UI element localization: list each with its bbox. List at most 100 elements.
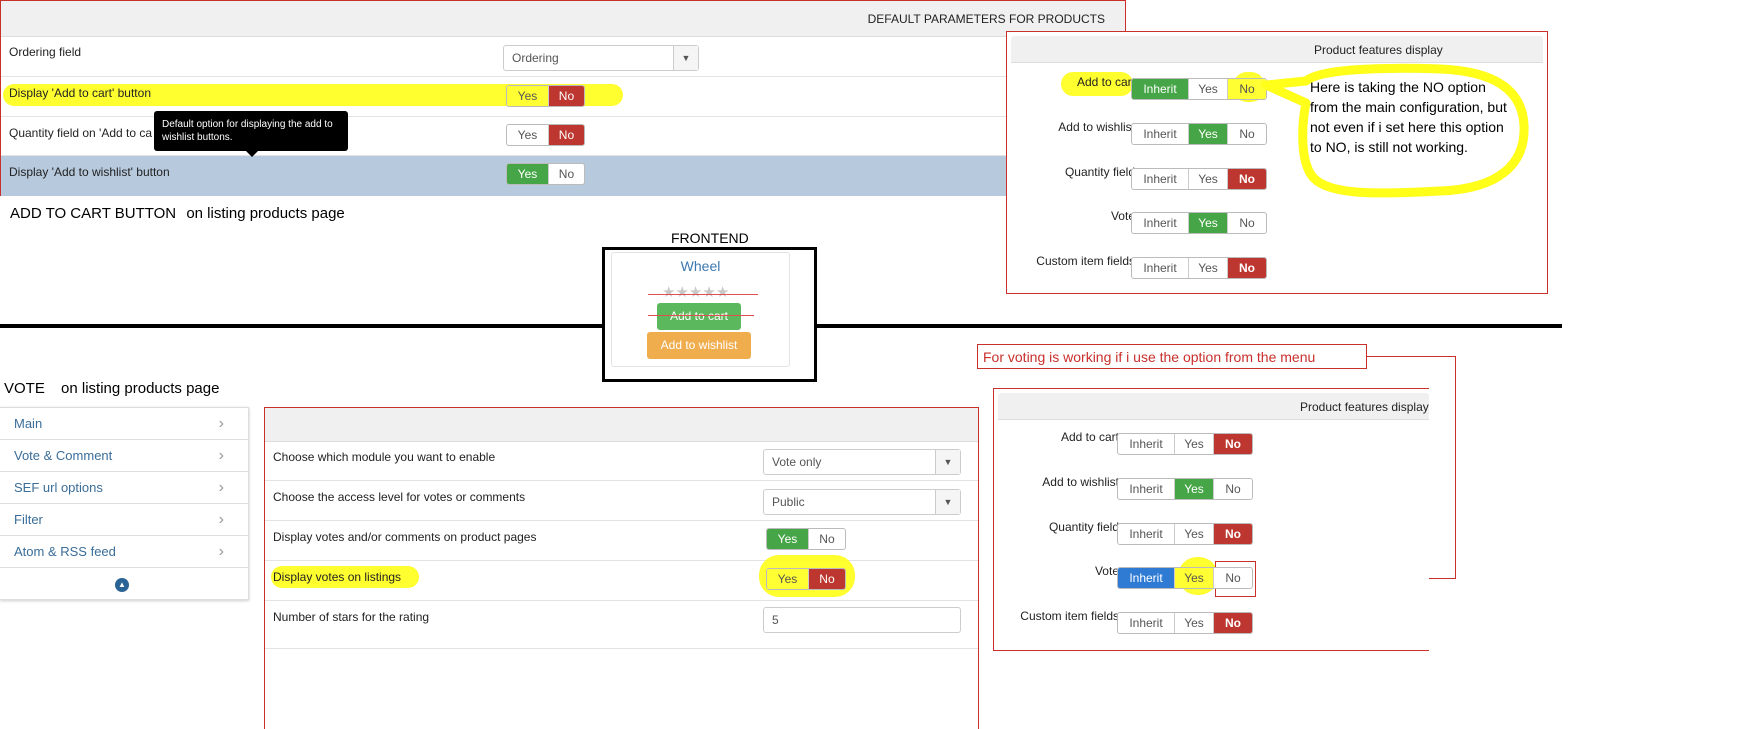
sidebar-item-sef-url[interactable]: SEF url options › xyxy=(0,472,248,504)
feature-toggle[interactable]: Inherit Yes No xyxy=(1131,78,1267,100)
row-label: Ordering field xyxy=(9,45,82,59)
select-value: Public xyxy=(772,495,805,509)
access-level-select[interactable]: Public ▼ xyxy=(763,489,961,515)
no-button[interactable]: No xyxy=(807,569,845,589)
quantity-field-toggle[interactable]: Yes No xyxy=(506,124,585,146)
features-header: Product features display xyxy=(998,393,1429,420)
yes-button[interactable]: Yes xyxy=(1174,434,1213,454)
feature-toggle[interactable]: Inherit Yes No xyxy=(1117,478,1253,500)
yes-button[interactable]: Yes xyxy=(767,569,808,589)
feature-toggle[interactable]: Inherit Yes No xyxy=(1131,168,1267,190)
chevron-right-icon: › xyxy=(218,447,224,464)
default-params-panel: DEFAULT PARAMETERS FOR PRODUCTS Ordering… xyxy=(0,0,1126,196)
yes-button[interactable]: Yes xyxy=(1188,124,1227,144)
product-name[interactable]: Wheel xyxy=(612,258,789,274)
sidebar-item-label: Atom & RSS feed xyxy=(14,544,116,559)
no-button[interactable]: No xyxy=(1227,213,1266,233)
callout-text: Here is taking the NO option from the ma… xyxy=(1310,79,1507,155)
feature-toggle[interactable]: Inherit Yes No xyxy=(1117,567,1253,589)
no-button[interactable]: No xyxy=(1227,258,1266,278)
yes-button[interactable]: Yes xyxy=(1174,568,1213,588)
no-button[interactable]: No xyxy=(1213,479,1252,499)
sidebar-item-label: SEF url options xyxy=(14,480,103,495)
sidebar-item-filter[interactable]: Filter › xyxy=(0,504,248,536)
caption-title: ADD TO CART BUTTON xyxy=(10,205,177,222)
feature-label: Add to cart xyxy=(1060,430,1119,444)
inherit-button[interactable]: Inherit xyxy=(1132,213,1188,233)
stars-input[interactable]: 5 xyxy=(763,607,961,633)
sidebar-item-atom-rss[interactable]: Atom & RSS feed › xyxy=(0,536,248,568)
yes-button[interactable]: Yes xyxy=(1174,613,1213,633)
strike-line xyxy=(648,315,754,316)
chevron-right-icon: › xyxy=(218,415,224,432)
yes-button[interactable]: Yes xyxy=(1188,169,1227,189)
yes-button[interactable]: Yes xyxy=(1188,213,1227,233)
caption-vote: VOTE on listing products page xyxy=(4,380,219,397)
no-button[interactable]: No xyxy=(547,86,584,106)
no-button[interactable]: No xyxy=(807,529,845,549)
chevron-down-icon: ▼ xyxy=(673,46,698,70)
feature-toggle[interactable]: Inherit Yes No xyxy=(1117,523,1253,545)
collapse-up-icon[interactable]: ▲ xyxy=(115,578,129,592)
inherit-button[interactable]: Inherit xyxy=(1118,613,1174,633)
row-label: Quantity field on 'Add to ca xyxy=(9,126,153,140)
feature-toggle[interactable]: Inherit Yes No xyxy=(1131,212,1267,234)
no-button[interactable]: No xyxy=(547,125,584,145)
row-display-votes-product-pages: Display votes and/or comments on product… xyxy=(265,521,978,561)
yes-button[interactable]: Yes xyxy=(1174,479,1213,499)
connector-line xyxy=(1367,356,1455,357)
feature-toggle[interactable]: Inherit Yes No xyxy=(1131,257,1267,279)
no-button[interactable]: No xyxy=(1213,434,1252,454)
add-to-wishlist-toggle[interactable]: Yes No xyxy=(506,163,585,185)
inherit-button[interactable]: Inherit xyxy=(1132,124,1188,144)
feature-label: Add to cart xyxy=(1076,75,1135,89)
feature-toggle[interactable]: Inherit Yes No xyxy=(1131,123,1267,145)
feature-toggle[interactable]: Inherit Yes No xyxy=(1117,612,1253,634)
row-display-add-to-wishlist: Display 'Add to wishlist' button Yes No xyxy=(1,156,1125,196)
yes-button[interactable]: Yes xyxy=(1188,79,1227,99)
sidebar-item-vote-comment[interactable]: Vote & Comment › xyxy=(0,440,248,472)
frontend-preview: Wheel ★★★★★ Add to cart Add to wishlist xyxy=(602,247,817,382)
votes-product-pages-toggle[interactable]: Yes No xyxy=(766,528,846,550)
module-select[interactable]: Vote only ▼ xyxy=(763,449,961,475)
tooltip: Default option for displaying the add to… xyxy=(154,111,348,157)
product-features-panel-bottom: Product features display Add to cart Inhe… xyxy=(993,388,1429,651)
yes-button[interactable]: Yes xyxy=(1174,524,1213,544)
yes-button[interactable]: Yes xyxy=(507,125,548,145)
chevron-down-icon: ▼ xyxy=(935,450,960,474)
caption-add-to-cart: ADD TO CART BUTTON on listing products p… xyxy=(10,205,345,222)
ordering-select[interactable]: Ordering ▼ xyxy=(503,45,699,71)
star-icon: ★ xyxy=(715,284,730,301)
strike-line xyxy=(648,294,758,295)
row-display-votes-listings: Display votes on listings Yes No xyxy=(265,555,978,601)
inherit-button[interactable]: Inherit xyxy=(1132,169,1188,189)
row-label: Choose which module you want to enable xyxy=(273,450,496,464)
chevron-down-icon: ▼ xyxy=(935,490,960,514)
no-button[interactable]: No xyxy=(1213,613,1252,633)
features-header: Product features display xyxy=(1011,36,1543,63)
star-icon: ★ xyxy=(662,284,676,301)
inherit-button[interactable]: Inherit xyxy=(1132,258,1188,278)
inherit-button[interactable]: Inherit xyxy=(1118,524,1174,544)
add-to-cart-toggle[interactable]: Yes No xyxy=(506,85,585,107)
inherit-button[interactable]: Inherit xyxy=(1118,479,1174,499)
sidebar-item-main[interactable]: Main › xyxy=(0,408,248,440)
feature-label: Quantity field xyxy=(1064,165,1135,179)
no-button[interactable]: No xyxy=(1213,568,1252,588)
chevron-right-icon: › xyxy=(218,511,224,528)
inherit-button[interactable]: Inherit xyxy=(1118,434,1174,454)
no-button[interactable]: No xyxy=(1213,524,1252,544)
inherit-button[interactable]: Inherit xyxy=(1118,568,1174,588)
add-to-wishlist-button[interactable]: Add to wishlist xyxy=(647,332,751,359)
yes-button[interactable]: Yes xyxy=(1188,258,1227,278)
yes-button[interactable]: Yes xyxy=(507,164,548,184)
no-button[interactable]: No xyxy=(547,164,584,184)
votes-listings-toggle[interactable]: Yes No xyxy=(766,568,846,590)
inherit-button[interactable]: Inherit xyxy=(1132,79,1188,99)
yes-button[interactable]: Yes xyxy=(507,86,548,106)
yes-button[interactable]: Yes xyxy=(767,529,808,549)
feature-toggle[interactable]: Inherit Yes No xyxy=(1117,433,1253,455)
star-icon: ★ xyxy=(702,284,716,301)
add-to-cart-button[interactable]: Add to cart xyxy=(657,303,741,330)
feature-label: Custom item fields xyxy=(1020,609,1119,623)
